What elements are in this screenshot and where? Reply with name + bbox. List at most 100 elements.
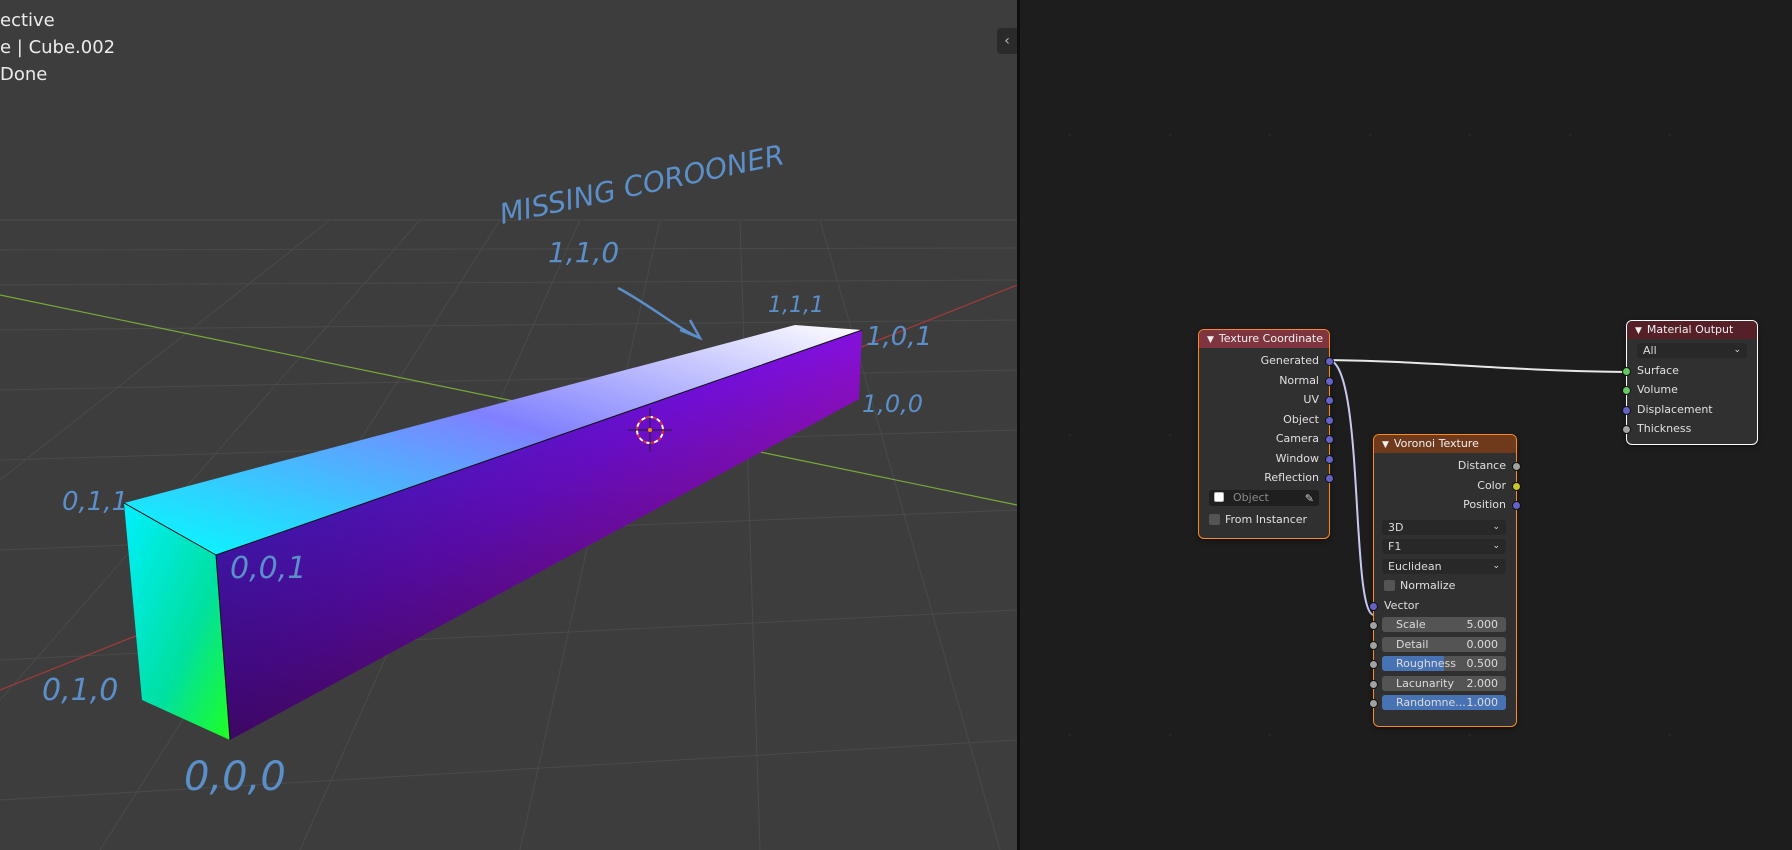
vector-socket-icon[interactable] bbox=[1325, 357, 1334, 366]
texture-coordinate-node[interactable]: ▼ Texture Coordinate Generated Normal UV … bbox=[1198, 329, 1334, 539]
vector-socket-icon[interactable] bbox=[1325, 454, 1334, 464]
texture-coordinate-header[interactable]: ▼ Texture Coordinate bbox=[1199, 330, 1329, 348]
detail-field[interactable]: Detail 0.000 bbox=[1382, 636, 1506, 652]
socket-row-generated: Generated bbox=[1199, 351, 1334, 371]
socket-row-window: Window bbox=[1199, 449, 1334, 469]
normalize-label: Normalize bbox=[1400, 579, 1456, 592]
vector-socket-icon[interactable] bbox=[1512, 501, 1521, 510]
node-title: Texture Coordinate bbox=[1218, 332, 1323, 345]
roughness-field[interactable]: Roughness 0.500 bbox=[1382, 656, 1506, 671]
float-socket-icon[interactable] bbox=[1622, 425, 1631, 434]
target-dropdown[interactable]: All ⌄ bbox=[1637, 343, 1747, 358]
socket-label: Surface bbox=[1637, 363, 1679, 377]
vector-socket-icon[interactable] bbox=[1369, 601, 1378, 611]
shader-socket-icon[interactable] bbox=[1622, 386, 1631, 395]
vector-socket-icon[interactable] bbox=[1325, 435, 1334, 444]
metric-row: Euclidean ⌄ bbox=[1374, 557, 1516, 577]
shader-node-editor[interactable]: ▼ Texture Coordinate Generated Normal UV … bbox=[1020, 0, 1792, 850]
field-label: Randomne... bbox=[1396, 696, 1466, 709]
object-icon bbox=[1214, 491, 1224, 502]
socket-label: Generated bbox=[1260, 354, 1319, 367]
node-title: Material Output bbox=[1646, 323, 1734, 336]
socket-label: Thickness bbox=[1637, 422, 1692, 435]
float-socket-icon[interactable] bbox=[1369, 660, 1378, 669]
feature-row: F1 ⌄ bbox=[1374, 537, 1516, 557]
collapse-chevron-icon[interactable]: ▼ bbox=[1382, 436, 1389, 454]
viewport-scene: MISSING COROONER 1,1,0 1,1,1 1,0,1 1,0,0… bbox=[0, 138, 1017, 850]
roughness-row: Roughness 0.500 bbox=[1369, 654, 1516, 674]
dimensions-dropdown[interactable]: 3D ⌄ bbox=[1382, 519, 1506, 535]
vector-socket-icon[interactable] bbox=[1622, 405, 1631, 415]
socket-row-displacement: Displacement bbox=[1622, 400, 1757, 420]
float-socket-icon[interactable] bbox=[1369, 621, 1378, 630]
from-instancer-row[interactable]: From Instancer bbox=[1199, 510, 1329, 530]
normalize-row[interactable]: Normalize bbox=[1374, 576, 1516, 596]
from-instancer-checkbox[interactable] bbox=[1209, 513, 1220, 525]
detail-row: Detail 0.000 bbox=[1369, 635, 1516, 655]
socket-row-reflection: Reflection bbox=[1199, 468, 1334, 488]
field-label: Roughness bbox=[1396, 657, 1457, 670]
lacunarity-field[interactable]: Lacunarity 2.000 bbox=[1382, 675, 1506, 691]
float-socket-icon[interactable] bbox=[1369, 640, 1378, 650]
field-label: Scale bbox=[1396, 618, 1426, 631]
vector-socket-icon[interactable] bbox=[1325, 415, 1334, 425]
voronoi-texture-node[interactable]: ▼ Voronoi Texture Distance Color Position… bbox=[1369, 434, 1521, 727]
collapse-chevron-icon[interactable]: ▼ bbox=[1635, 322, 1642, 340]
socket-label: Vector bbox=[1384, 598, 1420, 612]
socket-label: Displacement bbox=[1637, 402, 1713, 416]
annotation-001: 0,0,1 bbox=[230, 551, 306, 586]
socket-row-color: Color bbox=[1374, 476, 1521, 496]
object-placeholder: Object bbox=[1233, 490, 1269, 504]
socket-row-thickness: Thickness bbox=[1622, 419, 1757, 439]
vector-socket-icon[interactable] bbox=[1325, 396, 1334, 405]
chevron-down-icon: ⌄ bbox=[1492, 560, 1500, 571]
object-picker-field[interactable]: Object ✎ bbox=[1209, 489, 1319, 507]
vector-socket-icon[interactable] bbox=[1325, 376, 1334, 386]
socket-row-position: Position bbox=[1374, 495, 1521, 515]
chevron-down-icon: ⌄ bbox=[1733, 345, 1741, 355]
vector-socket-icon[interactable] bbox=[1325, 474, 1334, 483]
annotation-101: 1,0,1 bbox=[866, 322, 932, 352]
shader-socket-icon[interactable] bbox=[1622, 366, 1631, 376]
field-value: 1.000 bbox=[1466, 696, 1499, 709]
annotation-110: 1,1,0 bbox=[548, 236, 619, 269]
material-output-node[interactable]: ▼ Material Output All ⌄ Surface Volume Dis… bbox=[1622, 320, 1758, 445]
color-socket-icon[interactable] bbox=[1512, 481, 1521, 491]
randomness-row: Randomne... 1.000 bbox=[1369, 693, 1516, 713]
float-socket-icon[interactable] bbox=[1369, 699, 1378, 708]
target-row: All ⌄ bbox=[1627, 341, 1757, 361]
eyedropper-icon[interactable]: ✎ bbox=[1305, 491, 1314, 507]
viewport-object-label: e | Cube.002 bbox=[0, 37, 116, 58]
socket-row-distance: Distance bbox=[1374, 456, 1521, 476]
lacunarity-row: Lacunarity 2.000 bbox=[1369, 674, 1516, 694]
normalize-checkbox[interactable] bbox=[1384, 580, 1395, 591]
field-label: Lacunarity bbox=[1396, 676, 1455, 690]
collapse-chevron-icon[interactable]: ▼ bbox=[1207, 331, 1214, 349]
cube-object[interactable] bbox=[123, 325, 863, 741]
socket-row-normal: Normal bbox=[1199, 371, 1334, 391]
feature-dropdown[interactable]: F1 ⌄ bbox=[1382, 539, 1506, 554]
socket-label: Reflection bbox=[1264, 471, 1319, 484]
chevron-down-icon: ⌄ bbox=[1492, 521, 1500, 532]
material-output-header[interactable]: ▼ Material Output bbox=[1627, 321, 1757, 339]
dropdown-value: F1 bbox=[1388, 540, 1402, 553]
link-generated-to-surface bbox=[1327, 359, 1627, 373]
from-instancer-label: From Instancer bbox=[1225, 512, 1308, 526]
field-value: 0.500 bbox=[1466, 657, 1499, 670]
float-socket-icon[interactable] bbox=[1369, 679, 1378, 689]
metric-dropdown[interactable]: Euclidean ⌄ bbox=[1382, 558, 1506, 574]
socket-row-object: Object bbox=[1199, 410, 1334, 430]
viewport-status-label: Done bbox=[0, 64, 48, 85]
sidebar-toggle-icon[interactable]: ‹ bbox=[997, 28, 1017, 54]
voronoi-texture-header[interactable]: ▼ Voronoi Texture bbox=[1374, 435, 1516, 453]
field-value: 0.000 bbox=[1466, 637, 1499, 651]
socket-label: Volume bbox=[1637, 383, 1678, 396]
scale-field[interactable]: Scale 5.000 bbox=[1382, 617, 1506, 632]
dropdown-value: All bbox=[1643, 344, 1657, 357]
socket-row-surface: Surface bbox=[1622, 361, 1757, 381]
socket-label: UV bbox=[1303, 393, 1319, 406]
3d-viewport[interactable]: MISSING COROONER 1,1,0 1,1,1 1,0,1 1,0,0… bbox=[0, 0, 1017, 850]
randomness-field[interactable]: Randomne... 1.000 bbox=[1382, 695, 1506, 710]
chevron-down-icon: ⌄ bbox=[1492, 541, 1500, 551]
float-socket-icon[interactable] bbox=[1512, 462, 1521, 471]
